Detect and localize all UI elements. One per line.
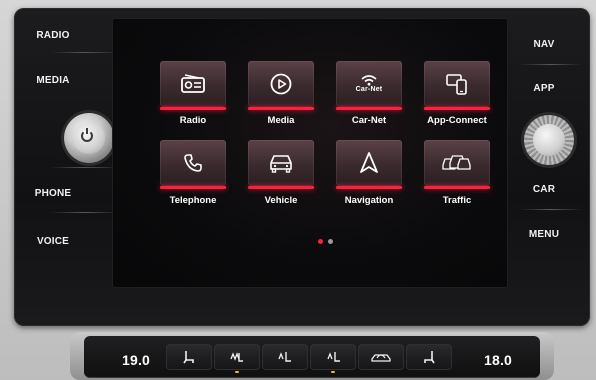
rear-defrost-icon (214, 344, 260, 370)
app-label-radio: Radio (179, 115, 207, 126)
tile-accent-bar (336, 107, 402, 110)
page-dot[interactable] (328, 239, 333, 244)
phone-icon (160, 140, 226, 186)
car-icon (248, 140, 314, 186)
car-hardware-button[interactable]: CAR (516, 184, 572, 195)
tile-accent-bar (248, 107, 314, 110)
wifi-icon: Car-Net (336, 61, 402, 107)
app-tile-media[interactable] (248, 61, 314, 110)
tile-accent-bar (160, 107, 226, 110)
driver-temperature: 19.0 (122, 352, 151, 368)
phone-hardware-button[interactable]: PHONE (18, 188, 88, 199)
app-label-telephone: Telephone (169, 195, 217, 206)
media-hardware-button[interactable]: MEDIA (18, 75, 88, 86)
infotainment-photo: RADIO MEDIA PHONE VOICE NAV APP CAR MENU (0, 0, 596, 380)
rear-defrost-button[interactable] (214, 344, 260, 373)
status-led (331, 371, 335, 373)
divider (50, 167, 120, 168)
menu-hardware-button[interactable]: MENU (516, 229, 572, 240)
radio-icon (160, 61, 226, 107)
app-tile-navigation[interactable] (336, 140, 402, 189)
knob-cap (533, 124, 565, 156)
car-net-logo-text: Car-Net (355, 85, 383, 93)
app-label-media: Media (267, 115, 295, 126)
app-label-navigation: Navigation (344, 195, 394, 206)
seat-heat-icon (262, 344, 308, 370)
voice-hardware-button[interactable]: VOICE (18, 236, 88, 247)
app-label-traffic: Traffic (442, 195, 472, 206)
tile-accent-bar (336, 186, 402, 189)
recirculation-button[interactable] (358, 344, 404, 370)
tile-accent-bar (424, 186, 490, 189)
seat-heat-right-button[interactable] (310, 344, 356, 373)
divider (50, 212, 120, 213)
power-volume-knob[interactable] (64, 113, 114, 163)
power-icon (81, 128, 93, 142)
seat-heat-right-icon (310, 344, 356, 370)
page-dot-active[interactable] (318, 239, 323, 244)
app-tile-app-connect[interactable] (424, 61, 490, 110)
seat-heat-button[interactable] (262, 344, 308, 370)
recirculation-icon (358, 344, 404, 370)
page-indicator[interactable] (318, 239, 333, 244)
tile-accent-bar (160, 186, 226, 189)
divider (520, 209, 582, 210)
tile-accent-bar (248, 186, 314, 189)
passenger-temperature: 18.0 (484, 352, 513, 368)
app-label-app-connect: App-Connect (427, 115, 487, 126)
tile-accent-bar (424, 107, 490, 110)
status-led (235, 371, 239, 373)
app-label-car-net: Car-Net (351, 115, 387, 126)
seat-heat-left-icon (166, 344, 212, 370)
seat-heat-left-button[interactable] (166, 344, 212, 370)
nav-hardware-button[interactable]: NAV (516, 39, 572, 50)
tune-scroll-knob[interactable] (524, 115, 574, 165)
app-label-vehicle: Vehicle (264, 195, 298, 206)
app-tile-telephone[interactable] (160, 140, 226, 189)
app-hardware-button[interactable]: APP (516, 83, 572, 94)
navigation-arrow-icon (336, 140, 402, 186)
traffic-icon (424, 140, 490, 186)
app-tile-traffic[interactable] (424, 140, 490, 189)
seat-heat-passenger-icon (406, 344, 452, 370)
app-tile-radio[interactable] (160, 61, 226, 110)
app-tile-vehicle[interactable] (248, 140, 314, 189)
app-tile-car-net[interactable]: Car-Net (336, 61, 402, 110)
play-icon (248, 61, 314, 107)
divider (520, 64, 582, 65)
radio-hardware-button[interactable]: RADIO (18, 30, 88, 41)
phone-connect-icon (424, 61, 490, 107)
seat-heat-passenger-button[interactable] (406, 344, 452, 370)
divider (50, 52, 120, 53)
